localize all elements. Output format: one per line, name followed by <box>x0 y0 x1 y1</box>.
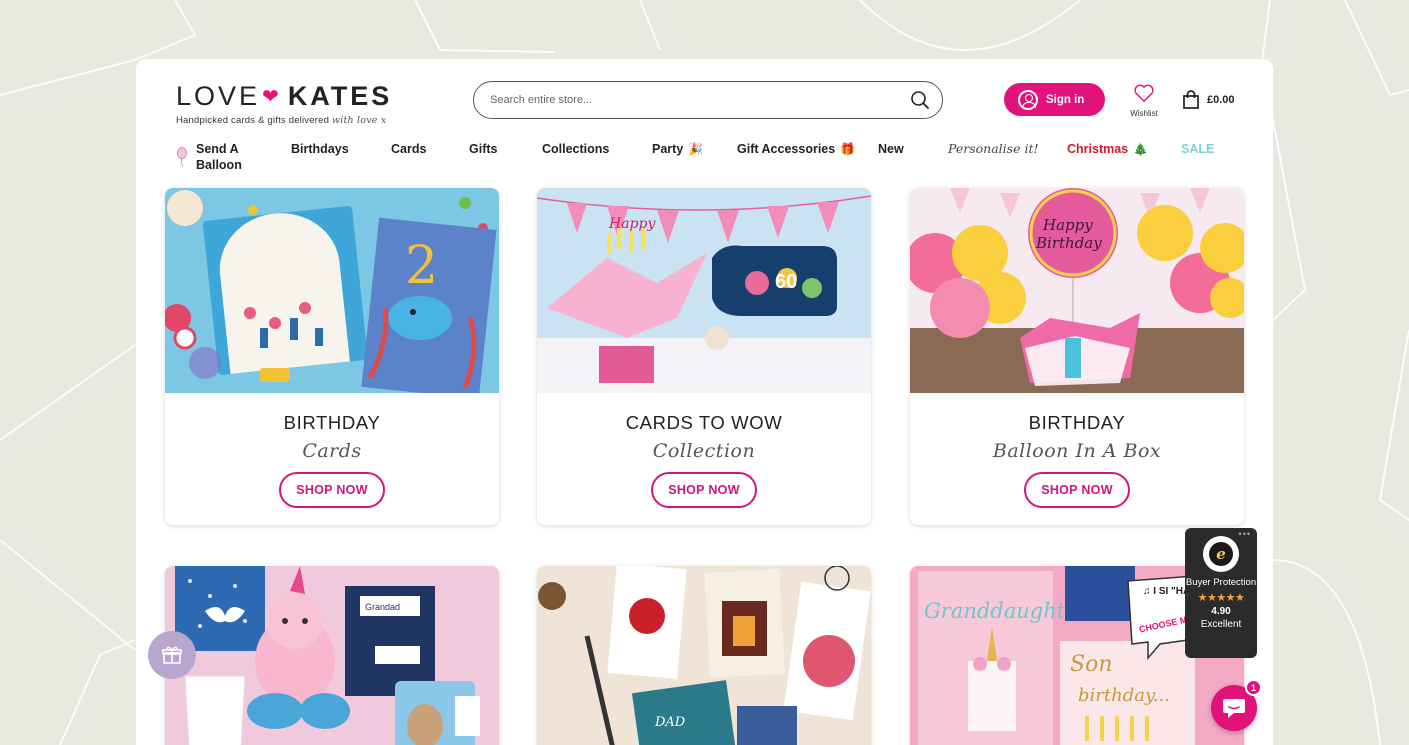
nav-item-collections[interactable]: Collections <box>542 141 609 157</box>
nav-label-send-a: Send A <box>196 142 239 156</box>
sign-in-button[interactable]: Sign in <box>1004 83 1105 116</box>
category-card-gifts[interactable]: Grandad <box>165 566 499 745</box>
cards-to-wow-image[interactable]: Happy 60 <box>537 188 871 393</box>
nav-item-birthdays[interactable]: Birthdays <box>291 141 349 157</box>
user-icon <box>1018 89 1038 110</box>
nav-label: Gift Accessories <box>737 142 836 156</box>
cart-total: £0.00 <box>1207 94 1235 106</box>
nav-item-sale[interactable]: SALE <box>1181 141 1214 157</box>
wishlist-heart-icon <box>1134 84 1154 102</box>
search-input[interactable] <box>490 94 910 106</box>
nav-item-christmas[interactable]: Christmas 🎄 <box>1067 141 1148 157</box>
buyer-protection-label: Buyer Protection <box>1185 577 1257 588</box>
gift-icon: 🎁 <box>840 142 856 156</box>
category-card-balloon-in-a-box[interactable]: Happy Birthday BIRTHDAY Balloon In A Box… <box>910 188 1244 525</box>
card-subtitle: Balloon In A Box <box>992 440 1162 462</box>
gifts-image[interactable]: Grandad <box>165 566 499 745</box>
svg-text:60: 60 <box>775 271 797 293</box>
rewards-gift-button[interactable] <box>148 631 196 679</box>
wishlist-label: Wishlist <box>1130 109 1158 118</box>
more-options-icon[interactable]: ••• <box>1239 529 1251 539</box>
christmas-cards-illustration: DAD <box>537 566 871 745</box>
svg-text:Birthday: Birthday <box>1035 234 1102 252</box>
nav-label: SALE <box>1181 142 1215 156</box>
page-container: LOVE ❤ KATES Handpicked cards & gifts de… <box>136 59 1273 745</box>
shop-now-button[interactable]: SHOP NOW <box>651 472 757 508</box>
svg-text:Happy: Happy <box>608 216 656 232</box>
logo-word-kates: KATES <box>287 81 393 111</box>
son-card-text: Son <box>1070 652 1113 677</box>
balloon-icon <box>177 147 187 167</box>
nav-label: Cards <box>391 142 427 156</box>
shop-now-button[interactable]: SHOP NOW <box>1024 472 1130 508</box>
category-card-cards-to-wow[interactable]: Happy 60 CARDS TO WOW Collection SHOP NO… <box>537 188 871 525</box>
search-icon[interactable] <box>910 90 930 110</box>
nav-label: New <box>878 142 904 156</box>
logo-word-love: LOVE <box>176 81 261 111</box>
tagline-script: with love x <box>331 115 387 126</box>
mug-box-text: Grandad <box>365 602 400 612</box>
wishlist-button[interactable]: Wishlist <box>1126 83 1162 118</box>
sign-in-label: Sign in <box>1046 93 1085 106</box>
nav-label: Party <box>652 142 684 156</box>
card-subtitle: Cards <box>302 440 362 462</box>
balloon-in-a-box-image[interactable]: Happy Birthday <box>910 188 1244 393</box>
shopping-bag-icon <box>1183 90 1199 109</box>
nav-item-gift-accessories[interactable]: Gift Accessories 🎁 <box>737 141 855 157</box>
svg-text:Happy: Happy <box>1042 216 1093 234</box>
nav-label: Birthdays <box>291 142 349 156</box>
rating-score: 4.90 <box>1211 606 1231 617</box>
trusted-shops-seal-icon: e <box>1203 536 1239 572</box>
svg-text:2: 2 <box>405 236 438 296</box>
nav-item-personalise[interactable]: Personalise it! <box>948 141 1039 157</box>
main-navigation: Send A Balloon Birthdays Cards Gifts Col… <box>176 141 1243 177</box>
christmas-tree-icon: 🎄 <box>1133 142 1149 156</box>
nav-label: Personalise it! <box>948 141 1039 156</box>
gift-box-icon <box>162 646 182 664</box>
nav-item-send-a-balloon[interactable]: Send A Balloon <box>176 141 242 173</box>
card-subtitle: Collection <box>652 440 756 462</box>
logo-tagline: Handpicked cards & gifts delivered with … <box>176 115 392 126</box>
card-title: BIRTHDAY <box>283 412 381 433</box>
rating-word: Excellent <box>1200 619 1242 630</box>
heart-icon: ❤ <box>262 86 282 108</box>
nav-label: Collections <box>542 142 610 156</box>
nav-label: Gifts <box>469 142 498 156</box>
card-title: CARDS TO WOW <box>625 412 783 433</box>
nav-item-party[interactable]: Party 🎉 <box>652 141 703 157</box>
granddaughter-card-text: Granddaughter <box>924 599 1090 623</box>
birthday-cards-image[interactable]: 2 <box>165 188 499 393</box>
svg-text:DAD: DAD <box>654 715 686 730</box>
shop-now-button[interactable]: SHOP NOW <box>279 472 385 508</box>
nav-label-balloon: Balloon <box>196 158 242 172</box>
trusted-shops-badge[interactable]: ••• e Buyer Protection ★★★★★ 4.90 Excell… <box>1185 528 1257 658</box>
category-card-christmas-cards[interactable]: DAD <box>537 566 871 745</box>
site-logo[interactable]: LOVE ❤ KATES Handpicked cards & gifts de… <box>176 81 392 126</box>
christmas-cards-image[interactable]: DAD <box>537 566 871 745</box>
chat-unread-badge: 1 <box>1245 679 1262 696</box>
card-title: BIRTHDAY <box>1028 412 1126 433</box>
cards-to-wow-illustration: Happy 60 <box>537 188 871 393</box>
birthday-card-text: birthday... <box>1078 685 1170 706</box>
cart-button[interactable]: £0.00 <box>1182 90 1235 110</box>
birthday-cards-illustration: 2 <box>165 188 499 393</box>
search-bar[interactable] <box>473 81 943 119</box>
gifts-illustration: Grandad <box>165 566 499 745</box>
nav-item-new[interactable]: New <box>878 141 904 157</box>
chat-icon <box>1223 699 1245 718</box>
nav-label: Christmas <box>1067 142 1129 156</box>
tagline-text: Handpicked cards & gifts delivered <box>176 115 330 126</box>
category-card-birthday-cards[interactable]: 2 BIRTHDAY Cards SHOP NOW <box>165 188 499 525</box>
party-icon: 🎉 <box>688 142 704 156</box>
balloon-in-a-box-illustration: Happy Birthday <box>910 188 1244 393</box>
nav-item-cards[interactable]: Cards <box>391 141 426 157</box>
rating-stars: ★★★★★ <box>1197 592 1245 604</box>
nav-item-gifts[interactable]: Gifts <box>469 141 497 157</box>
